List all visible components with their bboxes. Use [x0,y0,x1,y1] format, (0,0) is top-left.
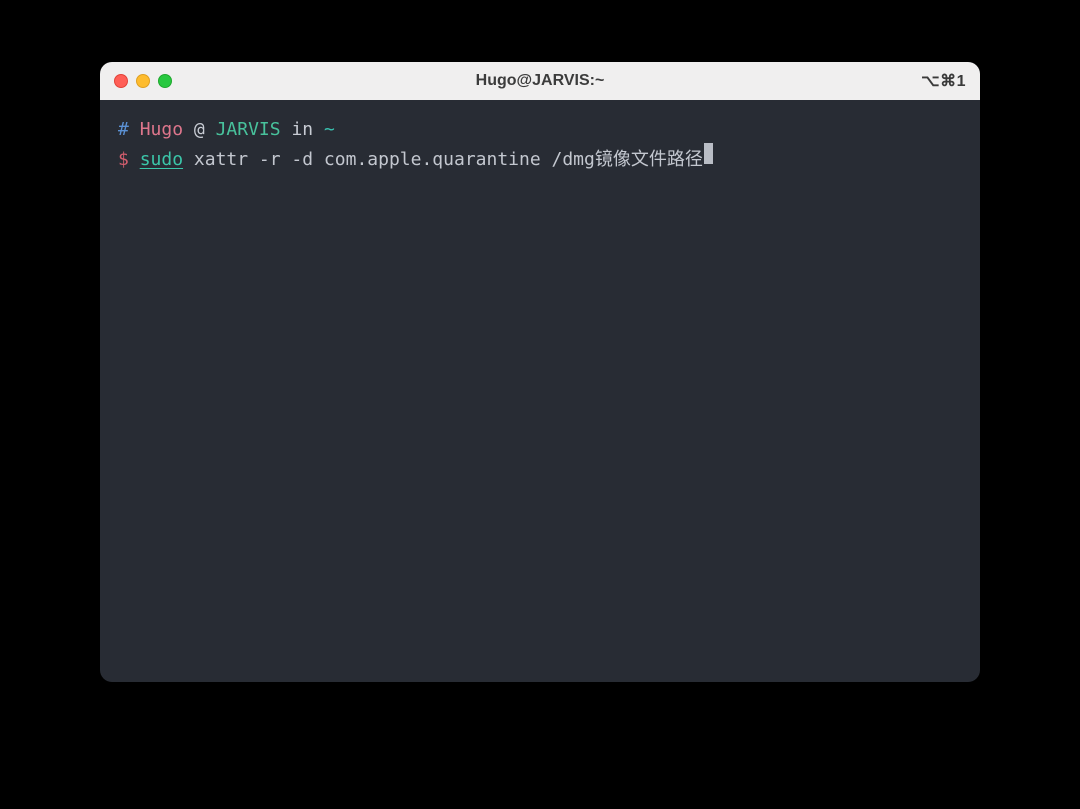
close-icon[interactable] [114,74,128,88]
window-title: Hugo@JARVIS:~ [476,72,605,90]
window-shortcut-indicator: ⌥⌘1 [921,71,966,91]
prompt-user: Hugo [140,116,183,144]
prompt-path: ~ [324,116,335,144]
prompt-symbol: $ [118,146,129,174]
command-rest: xattr -r -d com.apple.quarantine /dmg镜像文… [194,146,703,174]
prompt-at: @ [194,116,205,144]
command-sudo: sudo [140,146,183,174]
command-line[interactable]: $ sudo xattr -r -d com.apple.quarantine … [118,144,962,174]
cursor-icon [704,143,713,164]
prompt-host: JARVIS [216,116,281,144]
terminal-body[interactable]: # Hugo @ JARVIS in ~ $ sudo xattr -r -d … [100,100,980,682]
title-bar: Hugo@JARVIS:~ ⌥⌘1 [100,62,980,100]
prompt-context-line: # Hugo @ JARVIS in ~ [118,116,962,144]
terminal-window: Hugo@JARVIS:~ ⌥⌘1 # Hugo @ JARVIS in ~ $… [100,62,980,682]
prompt-hash: # [118,116,129,144]
maximize-icon[interactable] [158,74,172,88]
prompt-in: in [291,116,313,144]
minimize-icon[interactable] [136,74,150,88]
traffic-lights [114,74,172,88]
